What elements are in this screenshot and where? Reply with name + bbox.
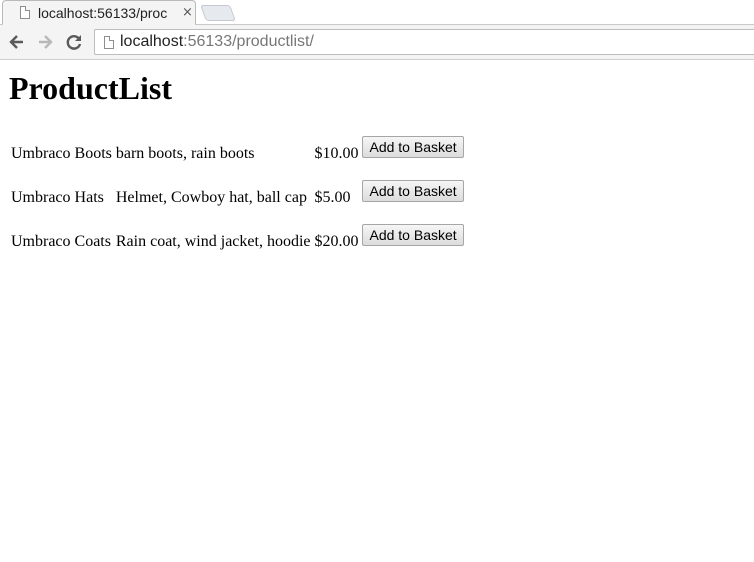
browser-tab[interactable]: localhost:56133/proc × <box>2 0 196 25</box>
product-row: Umbraco Boots barn boots, rain boots $10… <box>10 132 465 176</box>
url-host: localhost <box>120 33 184 50</box>
tab-strip: localhost:56133/proc × <box>0 0 754 25</box>
product-row: Umbraco Hats Helmet, Cowboy hat, ball ca… <box>10 176 465 220</box>
tab-title: localhost:56133/proc <box>38 5 168 21</box>
product-price: $5.00 <box>314 189 351 206</box>
url-path: :56133/productlist/ <box>183 33 314 50</box>
product-price: $10.00 <box>314 145 359 162</box>
add-to-basket-button[interactable]: Add to Basket <box>362 136 464 158</box>
product-name: Umbraco Boots <box>11 145 112 162</box>
product-description: Helmet, Cowboy hat, ball cap <box>115 189 307 206</box>
product-price: $20.00 <box>314 233 359 250</box>
product-table: Umbraco Boots barn boots, rain boots $10… <box>8 132 467 264</box>
product-description: barn boots, rain boots <box>115 145 255 162</box>
new-tab-button[interactable] <box>200 5 236 21</box>
browser-toolbar: localhost:56133/productlist/ <box>0 25 754 60</box>
forward-icon[interactable] <box>34 31 56 53</box>
add-to-basket-button[interactable]: Add to Basket <box>362 224 464 246</box>
address-bar[interactable]: localhost:56133/productlist/ <box>94 29 754 55</box>
tab-close-icon[interactable]: × <box>182 5 194 21</box>
page-icon <box>20 6 30 19</box>
product-description: Rain coat, wind jacket, hoodie <box>115 233 311 250</box>
product-name: Umbraco Coats <box>11 233 111 250</box>
product-name: Umbraco Hats <box>11 189 104 206</box>
page-icon <box>104 36 114 49</box>
product-row: Umbraco Coats Rain coat, wind jacket, ho… <box>10 220 465 264</box>
page-title: ProductList <box>9 70 172 106</box>
url-text[interactable]: localhost:56133/productlist/ <box>120 33 314 51</box>
reload-icon[interactable] <box>63 31 85 53</box>
add-to-basket-button[interactable]: Add to Basket <box>362 180 464 202</box>
page-content: ProductList Umbraco Boots barn boots, ra… <box>0 60 754 562</box>
back-icon[interactable] <box>6 31 28 53</box>
